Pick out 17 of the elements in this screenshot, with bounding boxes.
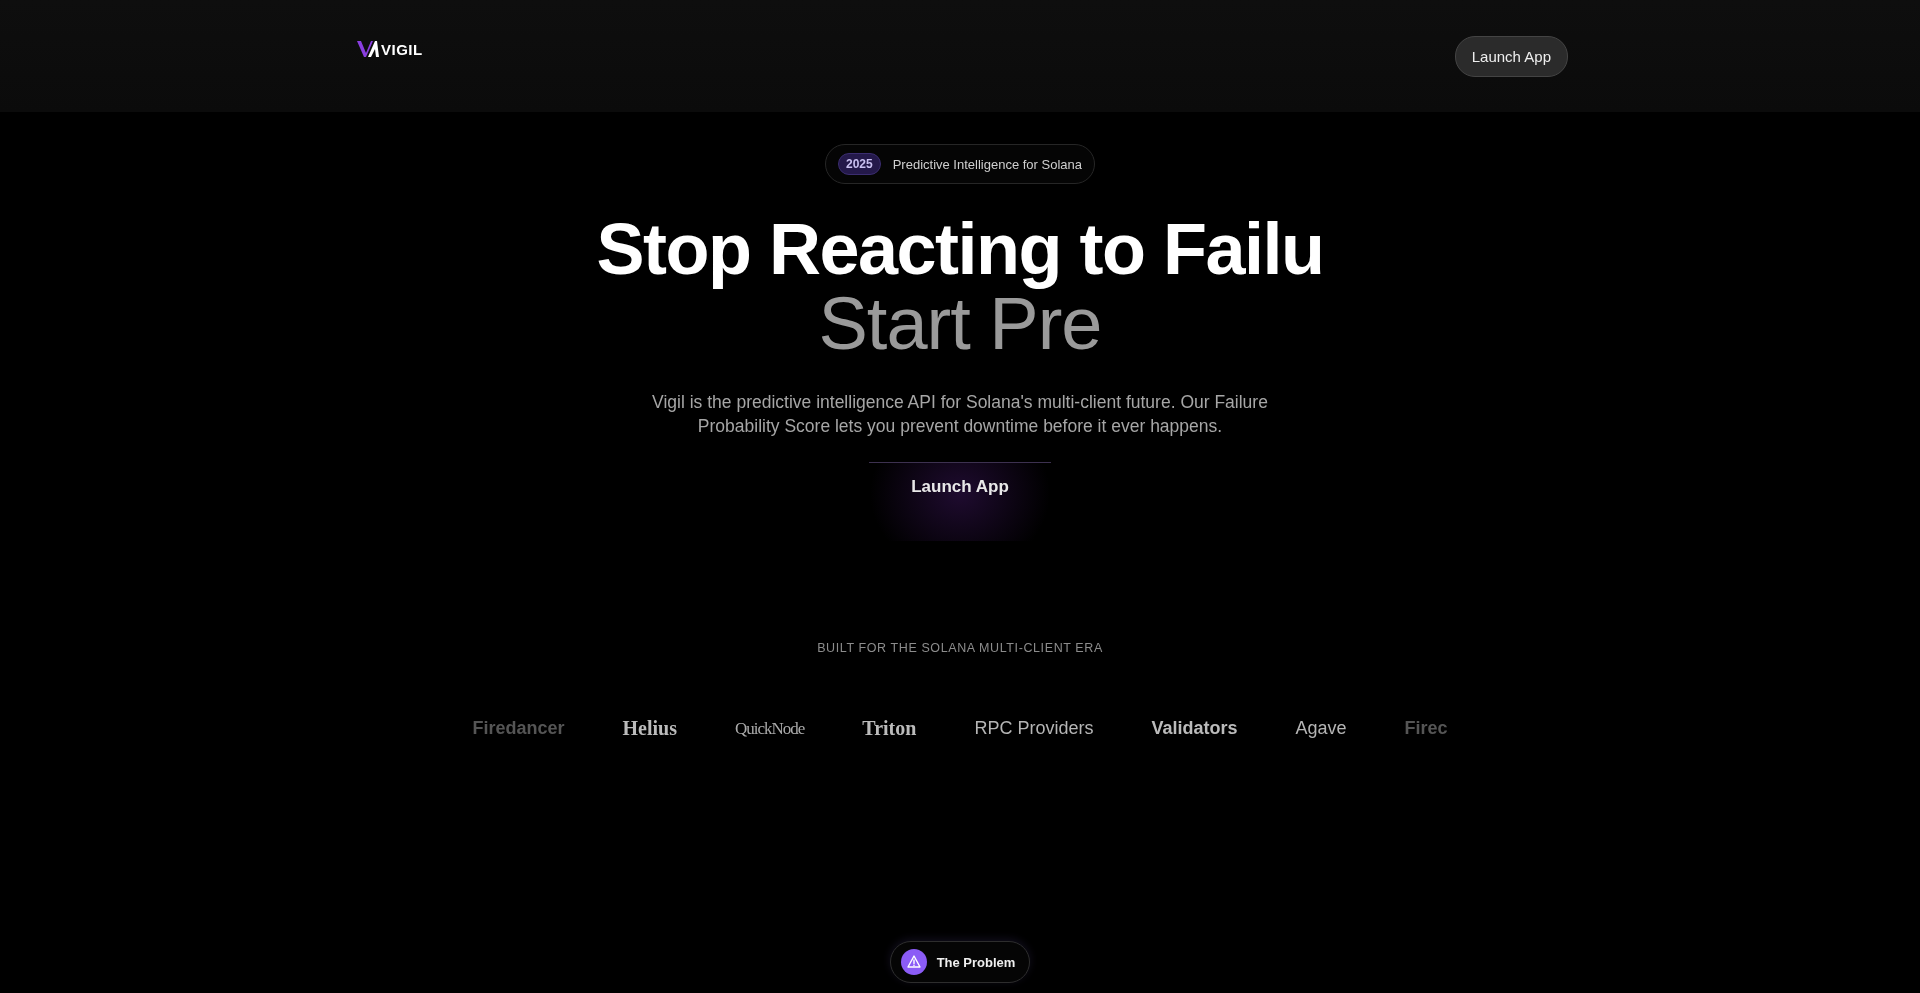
- partner-logo: Firedancer: [472, 718, 565, 739]
- partners-heading: BUILT FOR THE SOLANA MULTI-CLIENT ERA: [817, 641, 1103, 655]
- partner-logo: RPC Providers: [974, 718, 1094, 739]
- pill-label: The Problem: [936, 954, 1016, 970]
- year-tag: 2025: [837, 153, 881, 175]
- partner-logo: QuickNode: [734, 718, 805, 739]
- logo-icon: [357, 41, 379, 57]
- hero-description: Vigil is the predictive intelligence API for Solana's multi-client future. Our Failure Probability Score lets you prevent downtime before it ever happens.: [651, 391, 1269, 438]
- partner-logo: Helius: [622, 717, 677, 740]
- logo-text: VIGIL: [381, 40, 423, 58]
- partner-logo: Firec: [1404, 718, 1448, 739]
- partner-logo: Triton: [862, 717, 917, 740]
- launch-app-button[interactable]: Launch App: [1454, 35, 1568, 77]
- partner-logo: Validators: [1151, 718, 1238, 739]
- partner-logo: Agave: [1295, 718, 1347, 739]
- warning-icon: [900, 949, 927, 975]
- badge-text: Predictive Intelligence for Solana: [892, 156, 1082, 172]
